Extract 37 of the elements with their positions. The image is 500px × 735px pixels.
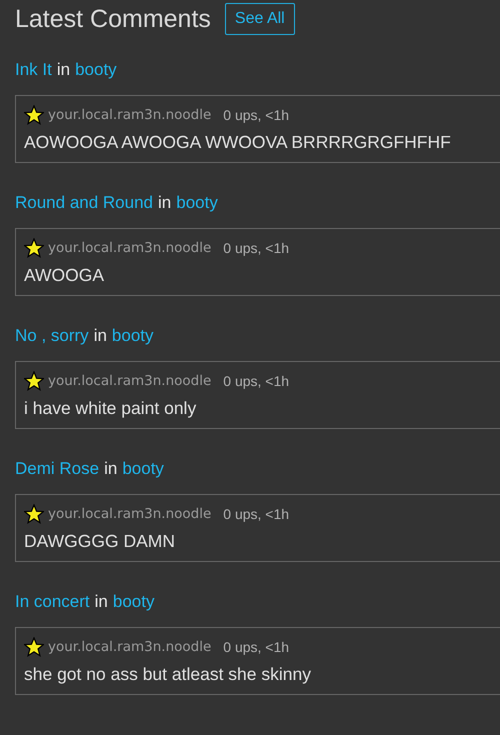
comment-text: AOWOOGA AWOOGA WWOOVA BRRRRGRGFHFHF (24, 132, 452, 153)
comment-text: i have white paint only (24, 398, 198, 419)
comment-meta: 0 ups, <1h (223, 373, 290, 389)
comment-meta: 0 ups, <1h (223, 240, 290, 256)
username-link[interactable]: your.local.ram3n.noodle (48, 639, 212, 655)
star-icon (24, 504, 44, 524)
star-icon (24, 238, 44, 258)
comment-meta: 0 ups, <1h (223, 639, 290, 655)
comment-text: she got no ass but atleast she skinny (24, 664, 312, 685)
meme-title-link[interactable]: In concert (15, 592, 90, 612)
stream-link[interactable]: booty (122, 459, 164, 479)
stream-link[interactable]: booty (176, 193, 218, 213)
stream-link[interactable]: booty (75, 60, 117, 80)
in-text: in (94, 326, 107, 346)
meme-title-link[interactable]: Ink It (15, 60, 52, 80)
meme-title-link[interactable]: No , sorry (15, 326, 89, 346)
star-icon (24, 371, 44, 391)
section-title: Latest Comments (15, 4, 211, 34)
username-link[interactable]: your.local.ram3n.noodle (48, 107, 212, 123)
in-text: in (94, 592, 108, 612)
star-icon (24, 105, 44, 125)
comment-meta: 0 ups, <1h (223, 506, 290, 522)
meme-title-link[interactable]: Round and Round (15, 193, 154, 213)
see-all-button[interactable]: See All (224, 3, 295, 35)
comment-meta: 0 ups, <1h (223, 107, 290, 123)
stream-link[interactable]: booty (112, 326, 154, 346)
stream-link[interactable]: booty (112, 592, 154, 612)
meme-title-link[interactable]: Demi Rose (15, 459, 100, 479)
star-icon (24, 637, 44, 657)
in-text: in (158, 193, 172, 213)
in-text: in (104, 459, 118, 479)
username-link[interactable]: your.local.ram3n.noodle (48, 240, 212, 256)
username-link[interactable]: your.local.ram3n.noodle (48, 506, 212, 522)
comment-text: DAWGGGG DAMN (24, 531, 176, 552)
username-link[interactable]: your.local.ram3n.noodle (48, 373, 212, 389)
in-text: in (56, 60, 70, 80)
comment-text: AWOOGA (24, 265, 106, 286)
